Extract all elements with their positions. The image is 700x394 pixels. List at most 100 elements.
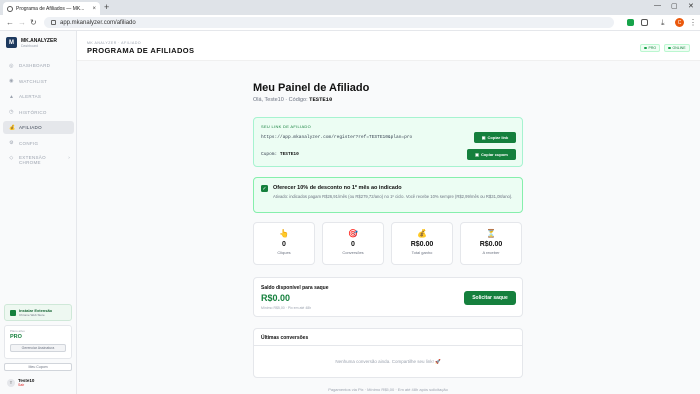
- sidebar-item-historico[interactable]: ◷ HISTÓRICO: [3, 106, 74, 119]
- url-bar[interactable]: app.mkanalyzer.com/afiliado: [44, 17, 614, 28]
- sidebar-nav: ◎ DASHBOARD ◉ WATCHLIST ▲ ALERTAS ◷ HIST…: [3, 59, 74, 173]
- triangle-icon: ▲: [9, 93, 15, 100]
- pro-badge: PRO: [640, 44, 661, 52]
- my-coupon-button[interactable]: Meu Cupom: [4, 363, 72, 371]
- code-label: Código:: [288, 97, 308, 103]
- stat-card-conversoes: 🎯 0 Conversões: [322, 222, 384, 265]
- stat-card-a-receber: ⏳ R$0.00 A receber: [460, 222, 522, 265]
- stat-label: A receber: [482, 250, 500, 255]
- stat-label: Total ganho: [411, 250, 433, 255]
- copy-icon: ▣: [481, 135, 486, 140]
- plan-label: Plano ativo: [10, 329, 25, 333]
- sidebar-item-label: WATCHLIST: [19, 78, 48, 84]
- url-text: app.mkanalyzer.com/afiliado: [60, 19, 136, 26]
- avatar: T: [7, 378, 15, 387]
- balance-note: Mínimo R$5,00 · Pix em até 48h: [261, 306, 312, 310]
- tab-favicon-icon: [7, 5, 13, 12]
- label-line-2: CHROME: [19, 160, 41, 165]
- stat-card-cliques: 👆 0 Cliques: [253, 222, 315, 265]
- tab-title: Programa de Afiliados — MK...: [16, 5, 85, 12]
- sidebar-item-watchlist[interactable]: ◉ WATCHLIST: [3, 75, 74, 88]
- coupon-code: TESTE10: [279, 152, 299, 157]
- footer-note: Pagamentos via Pix · Mínimo R$5,00 · Em …: [328, 387, 448, 392]
- offer-title: Oferecer 10% de desconto no 1º mês ao in…: [273, 185, 402, 191]
- affiliate-link-url: https://app.mkanalyzer.com/register?ref=…: [261, 135, 413, 140]
- download-icon[interactable]: ⤓: [661, 18, 665, 27]
- copy-coupon-button[interactable]: ▣ Copiar cupom: [467, 149, 516, 160]
- puzzle-icon[interactable]: [641, 19, 648, 26]
- sidebar-bottom: Instalar Extensão Chrome Web Store Plano…: [4, 304, 72, 371]
- status-dot-icon: [668, 46, 671, 50]
- minimize-icon[interactable]: —: [654, 2, 661, 9]
- money-bag-icon: 💰: [417, 229, 427, 238]
- user-profile: T Teste10 Sair: [7, 378, 34, 387]
- sidebar-item-extensao-chrome[interactable]: ◇ EXTENSÃO CHROME ›: [3, 152, 74, 170]
- online-badge-label: ONLINE: [672, 46, 686, 50]
- discount-checkbox[interactable]: ✓: [261, 185, 268, 192]
- sidebar-item-alertas[interactable]: ▲ ALERTAS: [3, 90, 74, 103]
- install-extension-card[interactable]: Instalar Extensão Chrome Web Store: [4, 304, 72, 321]
- manage-subscription-button[interactable]: Gerenciar Assinatura: [10, 344, 66, 352]
- panel-title: Meu Painel de Afiliado: [253, 82, 370, 94]
- copy-link-button[interactable]: ▣ Copiar link: [474, 132, 516, 143]
- site-info-icon[interactable]: [51, 20, 56, 25]
- affiliate-link-card: SEU LINK DE AFILIADO https://app.mkanaly…: [253, 117, 523, 167]
- balance-title: Saldo disponível para saque: [261, 285, 329, 291]
- close-window-icon[interactable]: ✕: [688, 2, 694, 10]
- offer-description: Ativado: indicados pagam R$26,91/mês (ou…: [273, 194, 513, 199]
- conversions-title: Últimas conversões: [261, 335, 309, 341]
- pro-badge-label: PRO: [648, 46, 657, 50]
- coupon-line: Cupom: TESTE10: [261, 152, 299, 157]
- request-withdrawal-button[interactable]: Solicitar saque: [464, 291, 516, 305]
- grid-icon: ◎: [9, 62, 14, 69]
- extension-icon[interactable]: [627, 19, 634, 26]
- sidebar-item-dashboard[interactable]: ◎ DASHBOARD: [3, 59, 74, 72]
- stat-value: R$0.00: [410, 241, 434, 248]
- sidebar-item-afiliado[interactable]: 💰 AFILIADO: [3, 121, 74, 134]
- brand-logo[interactable]: M MK.ANALYZER Dashboard: [6, 37, 57, 48]
- logout-link[interactable]: Sair: [18, 383, 34, 387]
- discount-offer-card: ✓ Oferecer 10% de desconto no 1º mês ao …: [253, 177, 523, 213]
- conversions-empty-state: Nenhuma conversão ainda. Compartilhe seu…: [335, 359, 441, 364]
- hourglass-icon: ⏳: [486, 229, 496, 238]
- header-eyebrow: MK ANALYZER · AFILIADO: [87, 41, 142, 45]
- logo-mark: M: [6, 37, 17, 48]
- stat-label: Conversões: [342, 250, 364, 255]
- brand-subtitle: Dashboard: [21, 43, 39, 48]
- page-title: PROGRAMA DE AFILIADOS: [87, 46, 195, 55]
- forward-icon[interactable]: →: [18, 18, 26, 27]
- browser-tab[interactable]: Programa de Afiliados — MK... ×: [3, 2, 100, 15]
- puzzle-icon: [10, 309, 16, 316]
- clock-icon: ◷: [9, 109, 14, 115]
- back-icon[interactable]: ←: [6, 18, 14, 27]
- greeting: Olá, Teste10: [253, 97, 284, 103]
- affiliate-link-label: SEU LINK DE AFILIADO: [261, 124, 312, 129]
- pointer-hand-icon: 👆: [279, 229, 289, 238]
- address-bar-row: ← → ↻ app.mkanalyzer.com/afiliado ⤓ C ⋮: [0, 15, 700, 31]
- maximize-icon[interactable]: ▢: [671, 2, 678, 10]
- menu-icon[interactable]: ⋮: [689, 18, 697, 27]
- sidebar-item-label: EXTENSÃO CHROME: [19, 155, 46, 165]
- panel-subtitle: Olá, Teste10 · Código: TESTE10: [253, 96, 333, 103]
- conversions-card: Últimas conversões Nenhuma conversão ain…: [253, 328, 523, 378]
- copy-icon: ▣: [475, 152, 479, 157]
- close-tab-icon[interactable]: ×: [92, 6, 96, 12]
- reload-icon[interactable]: ↻: [30, 18, 37, 27]
- divider: [254, 345, 522, 346]
- profile-avatar[interactable]: C: [675, 18, 684, 27]
- new-tab-icon[interactable]: +: [104, 2, 109, 12]
- copy-coupon-label: Copiar cupom: [480, 152, 508, 157]
- sidebar-item-label: DASHBOARD: [19, 63, 51, 68]
- balance-card: Saldo disponível para saque R$0.00 Mínim…: [253, 277, 523, 317]
- sidebar-item-label: ALERTAS: [19, 94, 42, 99]
- target-icon: 🎯: [348, 229, 358, 238]
- main-header: MK ANALYZER · AFILIADO PROGRAMA DE AFILI…: [77, 31, 700, 61]
- eye-icon: ◉: [9, 78, 14, 84]
- money-bag-icon: 💰: [9, 124, 16, 131]
- coupon-label: Cupom:: [261, 152, 278, 157]
- puzzle-icon: ◇: [9, 155, 14, 161]
- copy-link-label: Copiar link: [487, 135, 509, 140]
- sidebar-item-config[interactable]: ⚙ CONFIG: [3, 137, 74, 150]
- sidebar-item-label: AFILIADO: [19, 125, 42, 130]
- online-badge: ONLINE: [664, 44, 690, 52]
